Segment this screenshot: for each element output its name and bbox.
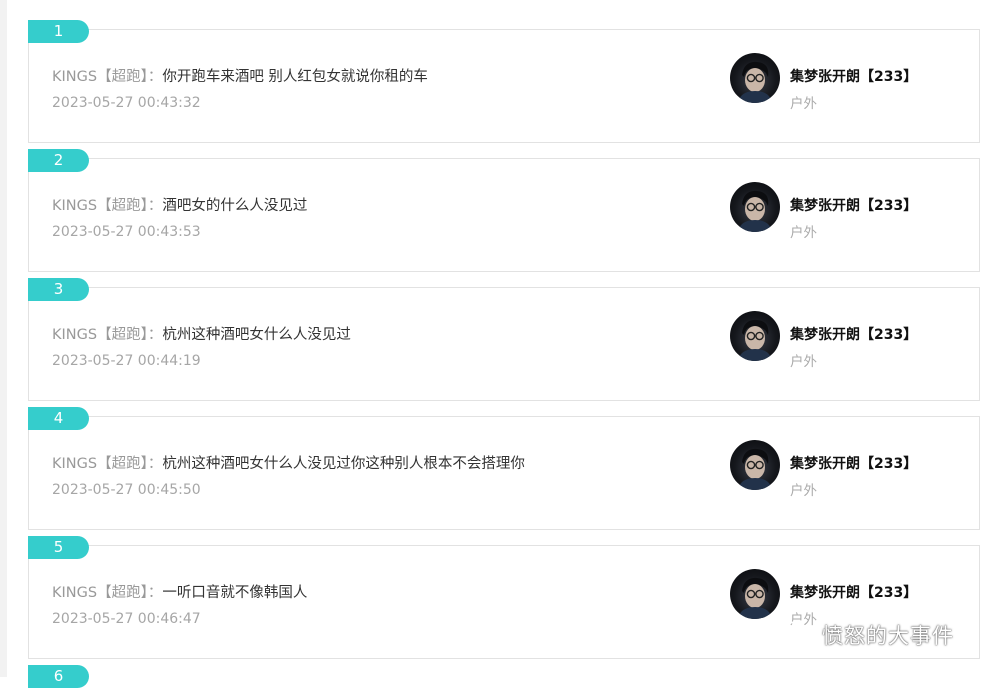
comment-card: KINGS【超跑】：杭州这种酒吧女什么人没见过你这种别人根本不会搭理你 2023… <box>28 416 980 530</box>
timestamp: 2023-05-27 00:44:19 <box>52 353 201 369</box>
comment-card: KINGS【超跑】：你开跑车来酒吧 别人红包女就说你租的车 2023-05-27… <box>28 29 980 143</box>
comment-line: KINGS【超跑】：你开跑车来酒吧 别人红包女就说你租的车 <box>52 65 428 86</box>
avatar[interactable] <box>730 569 780 619</box>
index-badge: 1 <box>28 20 89 43</box>
target-username[interactable]: 集梦张开朗【233】 <box>790 582 917 602</box>
room-label: 户外 <box>790 96 817 112</box>
target-username[interactable]: 集梦张开朗【233】 <box>790 66 917 86</box>
commenter-tag: 【超跑】 <box>97 585 148 601</box>
commenter-name[interactable]: KINGS <box>52 327 97 343</box>
comment-message: 杭州这种酒吧女什么人没见过你这种别人根本不会搭理你 <box>162 456 525 472</box>
timestamp: 2023-05-27 00:46:47 <box>52 611 201 627</box>
comment-message: 一听口音就不像韩国人 <box>162 585 308 601</box>
commenter-tag: 【超跑】 <box>97 327 148 343</box>
commenter-name[interactable]: KINGS <box>52 456 97 472</box>
avatar[interactable] <box>730 53 780 103</box>
list-item: 2 KINGS【超跑】：酒吧女的什么人没见过 2023-05-27 00:43:… <box>28 149 980 278</box>
avatar-portrait-icon <box>738 190 772 232</box>
comment-message: 酒吧女的什么人没见过 <box>162 198 308 214</box>
comment-message: 你开跑车来酒吧 别人红包女就说你租的车 <box>162 69 428 85</box>
comment-line: KINGS【超跑】：杭州这种酒吧女什么人没见过你这种别人根本不会搭理你 <box>52 452 525 473</box>
avatar[interactable] <box>730 182 780 232</box>
avatar-portrait-icon <box>738 448 772 490</box>
avatar[interactable] <box>730 440 780 490</box>
index-badge: 2 <box>28 149 89 172</box>
list-item: 4 KINGS【超跑】：杭州这种酒吧女什么人没见过你这种别人根本不会搭理你 20… <box>28 407 980 536</box>
comment-card: KINGS【超跑】：酒吧女的什么人没见过 2023-05-27 00:43:53… <box>28 158 980 272</box>
separator: ： <box>147 69 163 85</box>
avatar-portrait-icon <box>738 577 772 619</box>
timestamp: 2023-05-27 00:43:53 <box>52 224 201 240</box>
watermark-text: 愤怒的大事件 <box>822 624 954 648</box>
commenter-tag: 【超跑】 <box>97 456 148 472</box>
list-item: 3 KINGS【超跑】：杭州这种酒吧女什么人没见过 2023-05-27 00:… <box>28 278 980 407</box>
separator: ： <box>147 327 163 343</box>
target-username[interactable]: 集梦张开朗【233】 <box>790 453 917 473</box>
separator: ： <box>147 585 163 601</box>
room-label: 户外 <box>790 225 817 241</box>
separator: ： <box>147 198 163 214</box>
index-badge: 4 <box>28 407 89 430</box>
comment-list: 1 KINGS【超跑】：你开跑车来酒吧 别人红包女就说你租的车 2023-05-… <box>28 20 980 665</box>
avatar-portrait-icon <box>738 61 772 103</box>
commenter-name[interactable]: KINGS <box>52 198 97 214</box>
comment-line: KINGS【超跑】：一听口音就不像韩国人 <box>52 581 307 602</box>
index-badge: 5 <box>28 536 89 559</box>
room-label: 户外 <box>790 483 817 499</box>
avatar-portrait-icon <box>738 319 772 361</box>
watermark: 愤怒的大事件 <box>778 620 954 650</box>
avatar[interactable] <box>730 311 780 361</box>
comment-message: 杭州这种酒吧女什么人没见过 <box>162 327 351 343</box>
index-badge: 3 <box>28 278 89 301</box>
comment-line: KINGS【超跑】：杭州这种酒吧女什么人没见过 <box>52 323 351 344</box>
timestamp: 2023-05-27 00:45:50 <box>52 482 201 498</box>
commenter-tag: 【超跑】 <box>97 69 148 85</box>
left-scroll-strip <box>0 0 7 677</box>
comment-line: KINGS【超跑】：酒吧女的什么人没见过 <box>52 194 307 215</box>
target-username[interactable]: 集梦张开朗【233】 <box>790 324 917 344</box>
comment-card: KINGS【超跑】：杭州这种酒吧女什么人没见过 2023-05-27 00:44… <box>28 287 980 401</box>
commenter-tag: 【超跑】 <box>97 198 148 214</box>
wechat-icon <box>779 621 814 648</box>
separator: ： <box>147 456 163 472</box>
timestamp: 2023-05-27 00:43:32 <box>52 95 201 111</box>
commenter-name[interactable]: KINGS <box>52 69 97 85</box>
commenter-name[interactable]: KINGS <box>52 585 97 601</box>
list-item: 1 KINGS【超跑】：你开跑车来酒吧 别人红包女就说你租的车 2023-05-… <box>28 20 980 149</box>
room-label: 户外 <box>790 354 817 370</box>
target-username[interactable]: 集梦张开朗【233】 <box>790 195 917 215</box>
